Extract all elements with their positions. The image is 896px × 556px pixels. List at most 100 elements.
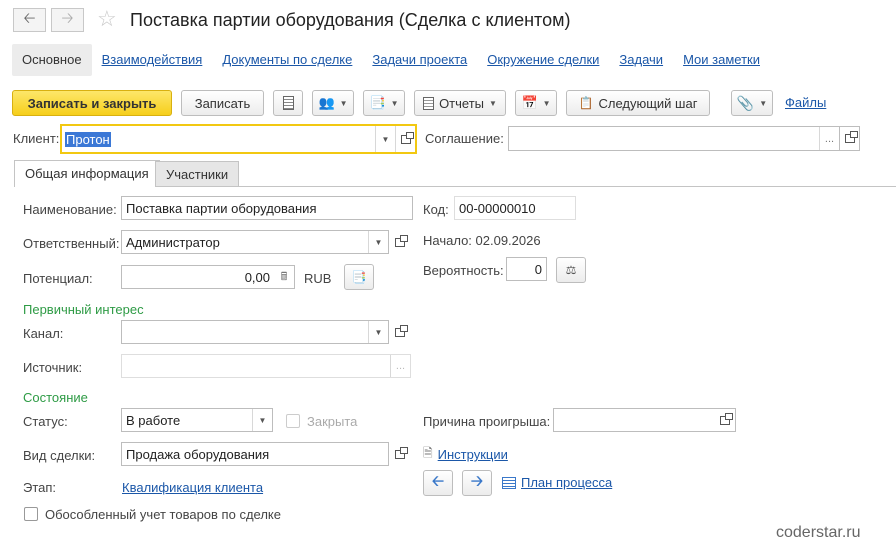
client-field[interactable]: Протон ▼ <box>60 124 417 154</box>
print-button[interactable]: 📅 ▼ <box>515 90 557 116</box>
create-based-on-button[interactable]: 👥 ▼ <box>312 90 354 116</box>
status-field[interactable]: В работе ▼ <box>121 408 273 432</box>
agreement-field[interactable]: ... <box>508 126 840 151</box>
open-icon[interactable] <box>395 126 415 152</box>
calculator-icon[interactable]: 🖩 <box>274 266 294 288</box>
paperclip-icon: 📎 <box>736 94 755 111</box>
responsible-label: Ответственный: <box>23 236 120 251</box>
probability-field[interactable]: 0 <box>506 257 547 281</box>
name-value: Поставка партии оборудования <box>126 200 317 216</box>
table-icon <box>502 476 516 489</box>
potential-details-button[interactable]: 📑 <box>344 264 374 290</box>
section-tab-tasks[interactable]: Задачи <box>609 44 673 76</box>
stage-link[interactable]: Квалификация клиента <box>122 480 263 495</box>
reports-button[interactable]: Отчеты ▼ <box>414 90 506 116</box>
document-list-button[interactable] <box>273 90 303 116</box>
caret-down-icon: ▼ <box>390 98 399 108</box>
instructions-link[interactable]: 🗎 Инструкции <box>423 444 508 465</box>
name-field[interactable]: Поставка партии оборудования <box>121 196 413 220</box>
client-value: Протон <box>65 131 111 147</box>
closed-checkbox <box>286 414 300 428</box>
document-icon: 🗎 <box>423 446 433 460</box>
ellipsis-icon[interactable]: ... <box>819 127 839 150</box>
separate-accounting-checkbox[interactable] <box>24 507 38 521</box>
save-button[interactable]: Записать <box>181 90 264 116</box>
related-documents-button[interactable]: 📑 ▼ <box>363 90 405 116</box>
code-value: 00-00000010 <box>459 200 536 216</box>
attachments-button[interactable]: 📎 ▼ <box>731 90 773 116</box>
process-plan-label: План процесса <box>521 475 613 490</box>
probability-label: Вероятность: <box>423 263 504 278</box>
next-step-icon: 📋 <box>578 96 594 110</box>
probability-value: 0 <box>534 261 542 277</box>
separate-accounting-label: Обособленный учет товаров по сделке <box>45 507 281 522</box>
section-tab-deal-documents[interactable]: Документы по сделке <box>212 44 362 76</box>
responsible-open-icon[interactable] <box>390 230 410 254</box>
instructions-label: Инструкции <box>437 447 508 462</box>
arrow-left-icon: 🡠 <box>431 472 445 490</box>
potential-field[interactable]: 0,00 🖩 <box>121 265 295 289</box>
agreement-open-icon[interactable] <box>840 126 860 151</box>
next-step-label: Следующий шаг <box>598 95 698 111</box>
section-tabs: Основное Взаимодействия Документы по сде… <box>12 44 770 76</box>
documents-icon: 📑 <box>369 95 386 110</box>
responsible-value: Администратор <box>126 234 220 250</box>
channel-open-icon[interactable] <box>390 320 410 344</box>
forward-button[interactable]: 🡢 <box>51 8 84 32</box>
section-tab-deal-environment[interactable]: Окружение сделки <box>477 44 609 76</box>
client-label: Клиент: <box>13 131 60 146</box>
chevron-down-icon[interactable]: ▼ <box>368 231 388 253</box>
section-tab-my-notes[interactable]: Мои заметки <box>673 44 770 76</box>
next-step-button[interactable]: 📋 Следующий шаг <box>566 90 710 116</box>
report-icon <box>423 96 435 110</box>
chevron-down-icon[interactable]: ▼ <box>368 321 388 343</box>
documents-icon: 📑 <box>351 270 367 284</box>
back-button[interactable]: 🡠 <box>13 8 46 32</box>
favorite-star-icon[interactable]: ☆ <box>97 6 117 32</box>
section-tab-interactions[interactable]: Взаимодействия <box>92 44 213 76</box>
closed-label: Закрыта <box>307 414 358 429</box>
next-stage-button[interactable]: 🡢 <box>462 470 492 496</box>
caret-down-icon: ▼ <box>542 98 551 108</box>
calendar-gear-icon: 📅 <box>521 95 538 110</box>
tab-divider <box>155 186 896 187</box>
process-plan-link[interactable]: План процесса <box>502 475 612 490</box>
section-tab-project-tasks[interactable]: Задачи проекта <box>362 44 477 76</box>
tab-general-info[interactable]: Общая информация <box>14 160 160 187</box>
source-field: ... <box>121 354 411 378</box>
deal-type-field[interactable]: Продажа оборудования <box>121 442 389 466</box>
watermark: coderstar.ru <box>776 524 861 541</box>
chevron-down-icon[interactable]: ▼ <box>252 409 272 431</box>
ellipsis-icon: ... <box>390 355 410 377</box>
loss-reason-label: Причина проигрыша: <box>423 414 551 429</box>
document-icon <box>282 96 294 110</box>
name-label: Наименование: <box>23 202 117 217</box>
caret-down-icon: ▼ <box>759 98 768 108</box>
previous-stage-button[interactable]: 🡠 <box>423 470 453 496</box>
section-tab-main[interactable]: Основное <box>12 44 92 76</box>
arrow-right-icon: 🡢 <box>470 472 484 490</box>
loss-reason-field[interactable] <box>553 408 736 432</box>
deal-type-open-icon[interactable] <box>390 442 410 466</box>
save-and-close-button[interactable]: Записать и закрыть <box>12 90 172 116</box>
page-title: Поставка партии оборудования (Сделка с к… <box>130 10 571 30</box>
tab-participants[interactable]: Участники <box>155 161 240 187</box>
arrow-right-icon: 🡢 <box>61 9 74 27</box>
channel-label: Канал: <box>23 326 64 341</box>
agreement-label: Соглашение: <box>425 131 504 146</box>
users-add-icon: 👥 <box>318 95 335 110</box>
caret-down-icon: ▼ <box>339 98 348 108</box>
chevron-down-icon[interactable]: ▼ <box>375 126 395 152</box>
files-link[interactable]: Файлы <box>785 95 826 110</box>
reports-label: Отчеты <box>439 95 484 111</box>
deal-type-value: Продажа оборудования <box>126 446 270 462</box>
probability-calc-button[interactable]: ⚖ <box>556 257 586 283</box>
open-icon[interactable] <box>715 408 735 432</box>
currency-label: RUB <box>304 271 332 286</box>
code-field: 00-00000010 <box>454 196 576 220</box>
responsible-field[interactable]: Администратор ▼ <box>121 230 389 254</box>
scales-icon: ⚖ <box>565 263 577 277</box>
potential-value: 0,00 <box>244 269 270 285</box>
channel-field[interactable]: ▼ <box>121 320 389 344</box>
stage-label: Этап: <box>23 480 57 495</box>
